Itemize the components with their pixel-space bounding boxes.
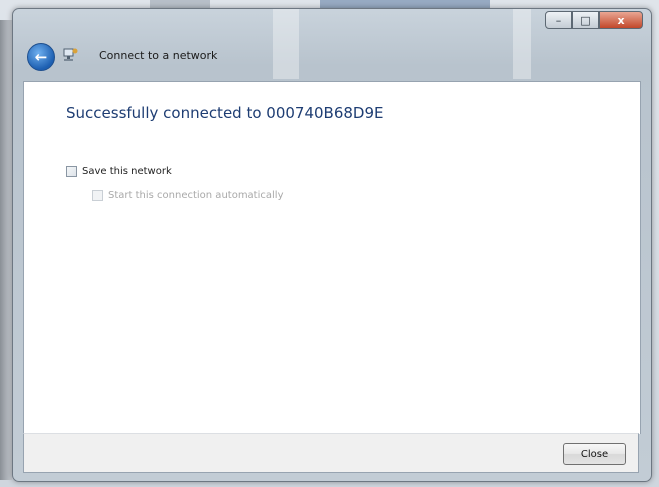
connection-status-headline: Successfully connected to 000740B68D9E — [66, 104, 384, 122]
dialog-footer: Close — [23, 433, 639, 473]
content-panel: Successfully connected to 000740B68D9E S… — [23, 81, 641, 434]
save-network-option[interactable]: Save this network — [66, 166, 172, 177]
caption-buttons: – □ x — [545, 11, 643, 29]
connect-dialog-window: – □ x ← Connect to a network Successfull… — [12, 8, 652, 482]
start-automatically-checkbox — [92, 190, 103, 201]
start-automatically-label: Start this connection automatically — [108, 190, 284, 201]
minimize-button[interactable]: – — [545, 11, 572, 29]
network-icon — [63, 48, 78, 61]
dialog-header: ← Connect to a network — [13, 35, 651, 81]
save-network-checkbox[interactable] — [66, 166, 77, 177]
start-automatically-option: Start this connection automatically — [92, 190, 283, 201]
background-window-edge — [0, 20, 12, 480]
window-title: Connect to a network — [99, 49, 218, 62]
maximize-button[interactable]: □ — [572, 11, 599, 29]
close-button[interactable]: Close — [563, 443, 626, 465]
save-network-label: Save this network — [82, 166, 172, 177]
back-arrow-icon[interactable]: ← — [27, 43, 55, 71]
close-window-button[interactable]: x — [599, 11, 643, 29]
